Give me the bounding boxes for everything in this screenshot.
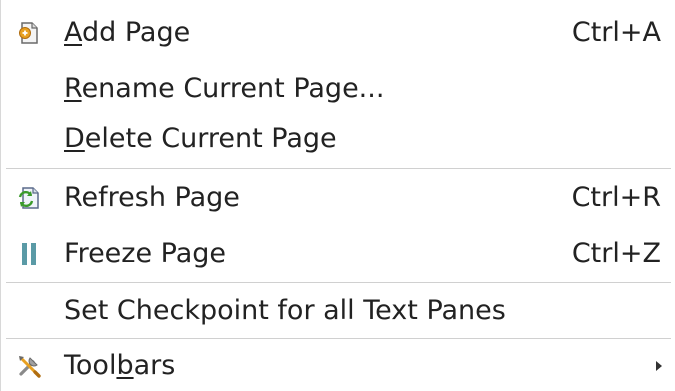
menu-item-label: Freeze Page — [64, 238, 227, 269]
refresh-page-icon — [15, 184, 43, 212]
pause-icon — [15, 240, 43, 268]
menu-item-label: Add Page — [64, 17, 191, 48]
menu-item-label: Delete Current Page — [64, 123, 337, 154]
submenu-arrow-icon — [656, 360, 662, 371]
menu-item-label: Toolbars — [64, 349, 176, 381]
menu-item-refresh-page[interactable]: Refresh Page Ctrl+R — [1, 170, 675, 226]
shortcut-text: Ctrl+Z — [571, 238, 661, 269]
menu-item-delete-current-page[interactable]: Delete Current Page — [1, 111, 675, 167]
shortcut-text: Ctrl+R — [571, 182, 661, 213]
context-menu: Add Page Ctrl+A Rename Current Page... D… — [0, 0, 675, 391]
shortcut-text: Ctrl+A — [571, 17, 661, 48]
menu-item-toolbars[interactable]: Toolbars — [1, 340, 675, 391]
menu-item-label: Set Checkpoint for all Text Panes — [64, 295, 506, 326]
add-page-icon — [15, 19, 43, 47]
menu-item-freeze-page[interactable]: Freeze Page Ctrl+Z — [1, 226, 675, 282]
menu-item-add-page[interactable]: Add Page Ctrl+A — [1, 5, 675, 61]
menu-item-rename-current-page[interactable]: Rename Current Page... — [1, 61, 675, 117]
menu-item-set-checkpoint[interactable]: Set Checkpoint for all Text Panes — [1, 283, 675, 339]
menu-item-label: Refresh Page — [64, 182, 240, 213]
menu-item-label: Rename Current Page... — [64, 73, 385, 104]
tools-icon — [15, 352, 43, 380]
